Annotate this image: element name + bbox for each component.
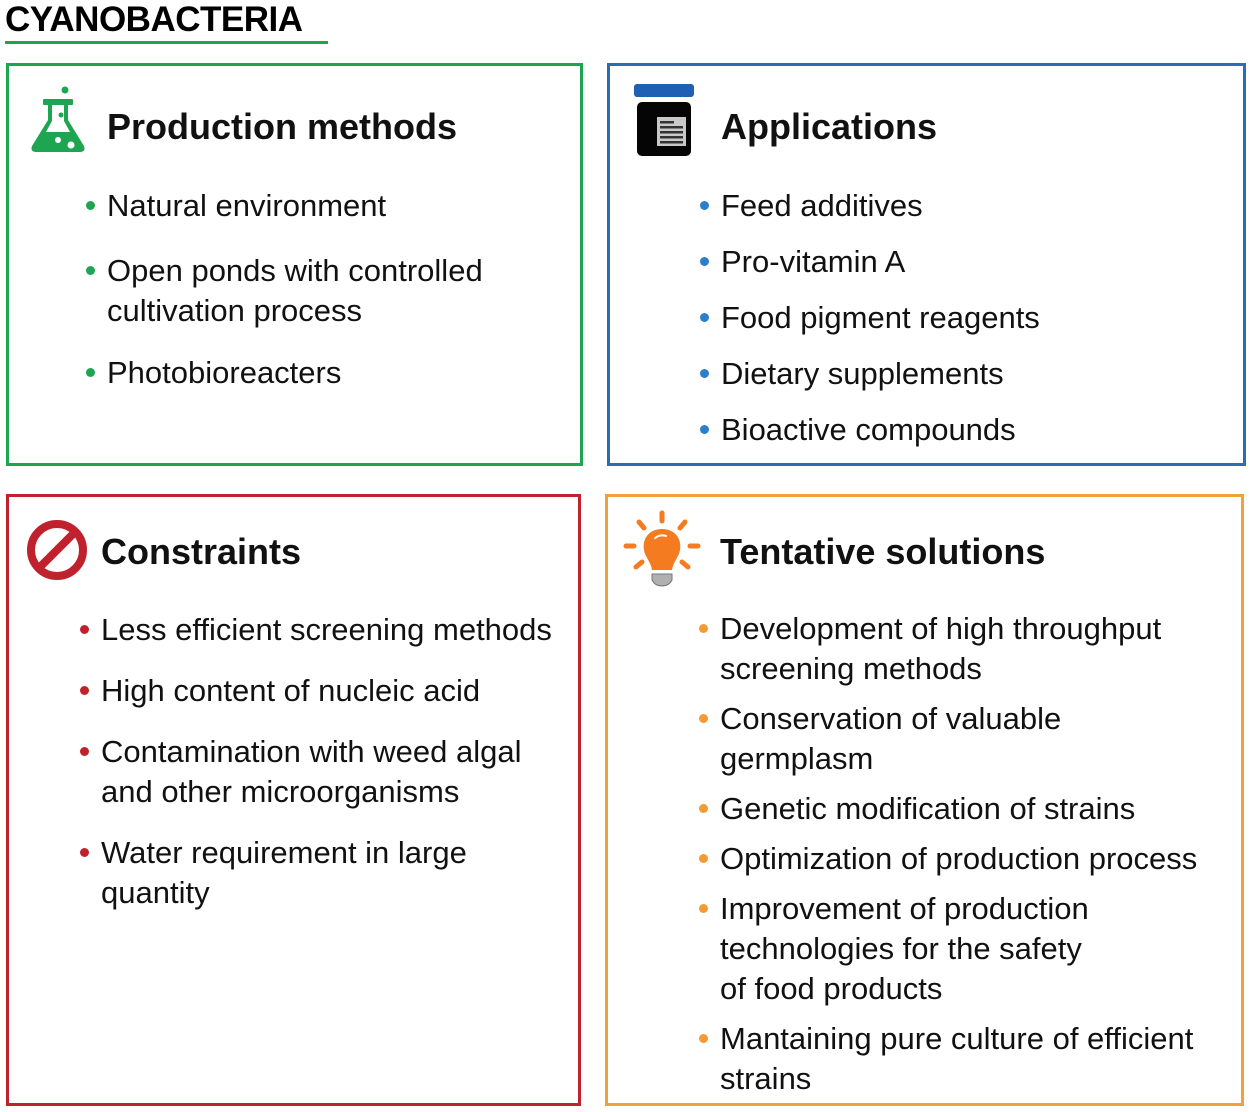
list-item: Open ponds with controlled cultivation p… [86, 251, 483, 331]
list-item: Photobioreacters [86, 353, 483, 393]
bullet-icon [700, 201, 709, 210]
bullet-icon [80, 747, 89, 756]
list-item: Development of high throughput screening… [699, 609, 1197, 689]
bullet-icon [86, 266, 95, 275]
list-item: Genetic modification of strains [699, 789, 1197, 829]
bullet-icon [80, 686, 89, 695]
constraints-list: Less efficient screening methods High co… [80, 610, 552, 913]
list-item: Food pigment reagents [700, 298, 1040, 338]
bullet-icon [700, 425, 709, 434]
bullet-icon [80, 848, 89, 857]
list-item: High content of nucleic acid [80, 671, 552, 711]
production-methods-heading: Production methods [107, 106, 457, 147]
bullet-icon [699, 804, 708, 813]
list-item: Conservation of valuable germplasm [699, 699, 1197, 779]
bullet-icon [700, 257, 709, 266]
bullet-icon [86, 368, 95, 377]
list-item: Feed additives [700, 186, 1040, 226]
bullet-icon [86, 201, 95, 210]
tentative-solutions-heading: Tentative solutions [720, 531, 1046, 572]
list-item: Less efficient screening methods [80, 610, 552, 650]
bullet-icon [699, 624, 708, 633]
page-title: CYANOBACTERIA [5, 0, 303, 39]
bullet-icon [700, 313, 709, 322]
list-item: Pro-vitamin A [700, 242, 1040, 282]
bullet-icon [699, 714, 708, 723]
list-item: Natural environment [86, 186, 483, 226]
bullet-icon [699, 904, 708, 913]
list-item: Contamination with weed algal and other … [80, 732, 552, 812]
list-item: Water requirement in large quantity [80, 833, 552, 913]
prohibited-icon [27, 520, 87, 580]
applications-heading: Applications [721, 106, 938, 147]
bullet-icon [699, 854, 708, 863]
production-methods-list: Natural environment Open ponds with cont… [86, 186, 483, 393]
list-item: Dietary supplements [700, 354, 1040, 394]
list-item: Optimization of production process [699, 839, 1197, 879]
lightbulb-icon [623, 510, 701, 587]
bullet-icon [699, 1034, 708, 1043]
title-underline [5, 41, 328, 44]
bullet-icon [700, 369, 709, 378]
bullet-icon [80, 625, 89, 634]
list-item: Bioactive compounds [700, 410, 1040, 450]
list-item: Mantaining pure culture of efficient str… [699, 1019, 1197, 1099]
list-item: Improvement of production technologies f… [699, 889, 1197, 1009]
constraints-heading: Constraints [101, 531, 302, 572]
jar-icon [634, 84, 694, 156]
flask-icon [31, 86, 85, 152]
tentative-solutions-list: Development of high throughput screening… [699, 609, 1197, 1099]
applications-list: Feed additives Pro-vitamin A Food pigmen… [700, 186, 1040, 450]
